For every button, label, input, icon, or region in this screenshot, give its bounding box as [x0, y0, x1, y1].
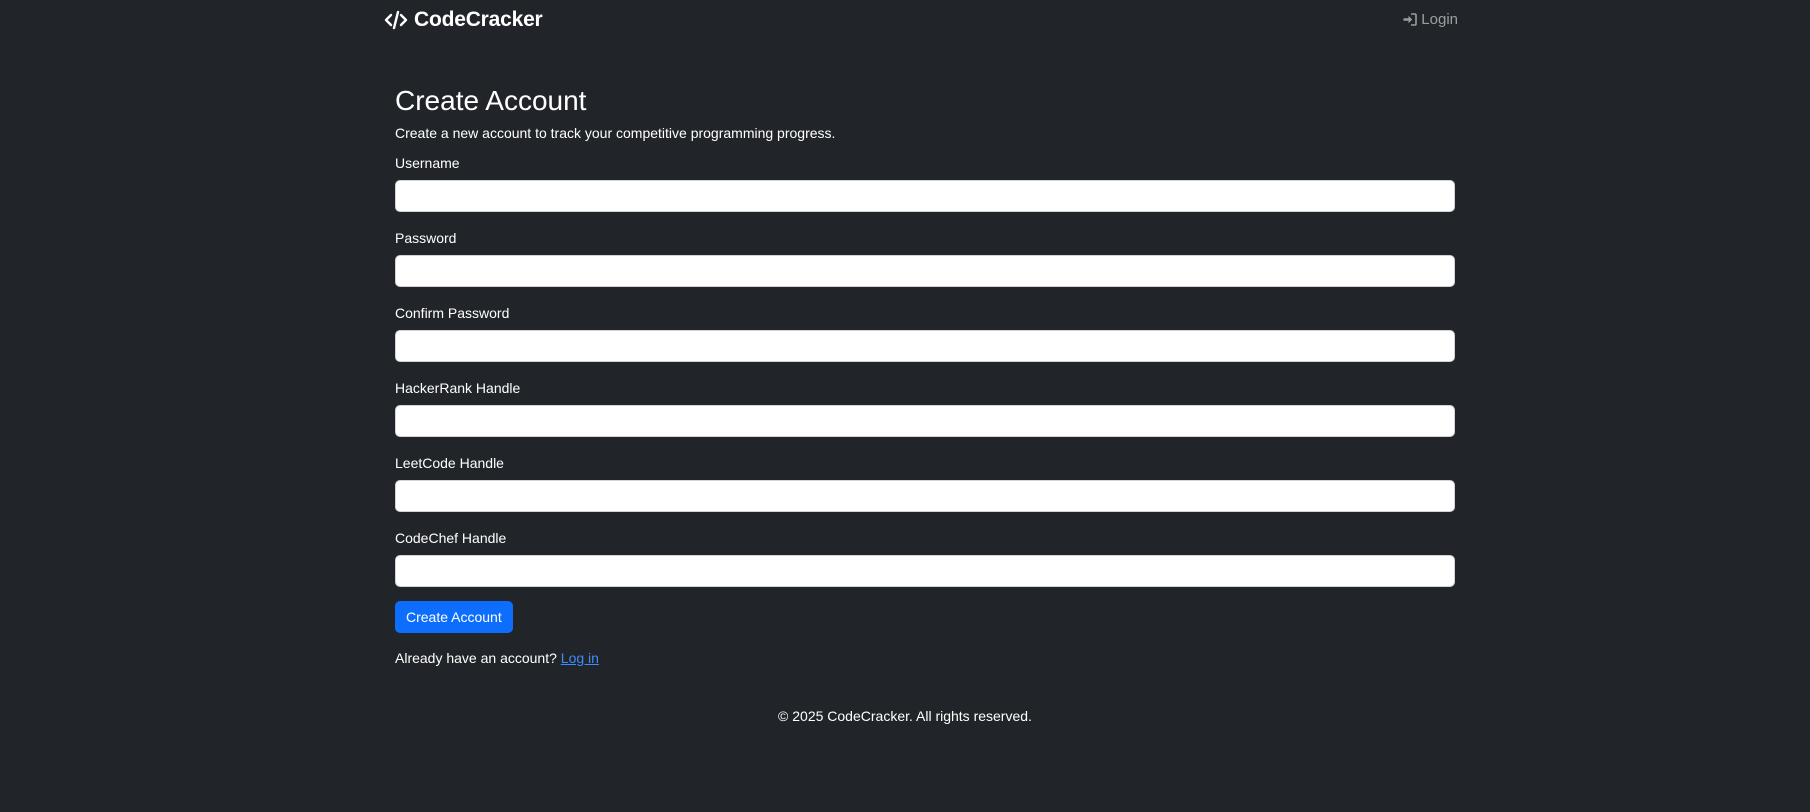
username-label: Username	[395, 155, 460, 171]
confirm-password-input[interactable]	[395, 330, 1455, 362]
password-label: Password	[395, 230, 457, 246]
codechef-field-group: CodeChef Handle	[395, 528, 1455, 587]
footer: © 2025 CodeCracker. All rights reserved.	[0, 706, 1810, 726]
nav-login-label: Login	[1421, 11, 1458, 28]
page-subtitle: Create a new account to track your compe…	[395, 125, 836, 141]
hackerrank-label: HackerRank Handle	[395, 380, 521, 396]
login-prompt: Already have an account? Log in	[395, 648, 1455, 668]
hackerrank-handle-input[interactable]	[395, 405, 1455, 437]
brand-name: CodeCracker	[414, 8, 543, 31]
confirm-password-label: Confirm Password	[395, 305, 510, 321]
codechef-label: CodeChef Handle	[395, 530, 507, 546]
leetcode-label: LeetCode Handle	[395, 455, 504, 471]
codechef-handle-input[interactable]	[395, 555, 1455, 587]
username-input[interactable]	[395, 180, 1455, 212]
hackerrank-field-group: HackerRank Handle	[395, 378, 1455, 437]
page-title: Create Account	[395, 85, 587, 116]
create-account-button[interactable]: Create Account	[395, 601, 513, 633]
leetcode-handle-input[interactable]	[395, 480, 1455, 512]
sign-in-icon	[1403, 13, 1418, 26]
username-field-group: Username	[395, 153, 1455, 212]
confirm-password-field-group: Confirm Password	[395, 303, 1455, 362]
code-icon	[384, 10, 408, 30]
copyright-text: © 2025 CodeCracker. All rights reserved.	[778, 708, 1032, 724]
navbar: CodeCracker Login	[0, 0, 1810, 40]
create-account-form: Username Password Confirm Password Hacke…	[395, 153, 1455, 633]
password-field-group: Password	[395, 228, 1455, 287]
password-input[interactable]	[395, 255, 1455, 287]
brand-link[interactable]: CodeCracker	[384, 8, 543, 32]
login-prompt-text: Already have an account?	[395, 650, 557, 666]
create-account-section: Create Account Create a new account to t…	[395, 84, 1455, 668]
login-link[interactable]: Log in	[561, 650, 599, 666]
nav-login-link[interactable]: Login	[1403, 11, 1458, 28]
leetcode-field-group: LeetCode Handle	[395, 453, 1455, 512]
